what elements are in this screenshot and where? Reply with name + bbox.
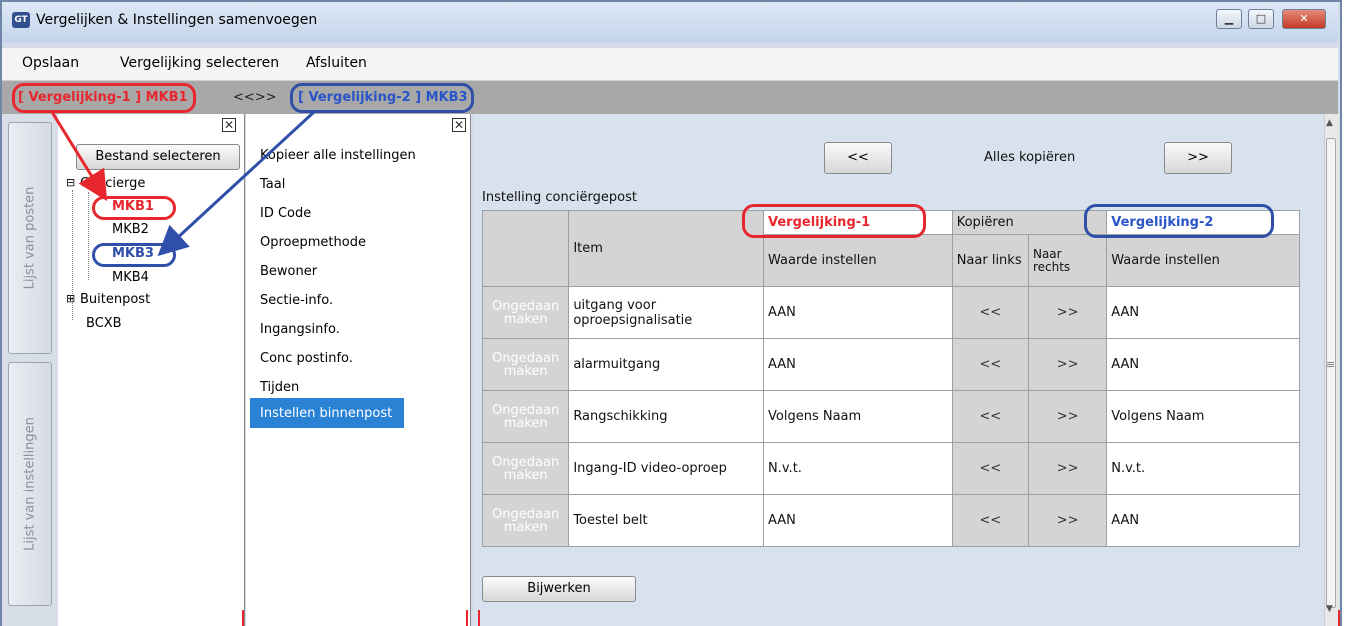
annotation-arrows: [50, 110, 316, 257]
arrow-v1: [50, 111, 108, 202]
arrow-v2: [157, 110, 316, 257]
